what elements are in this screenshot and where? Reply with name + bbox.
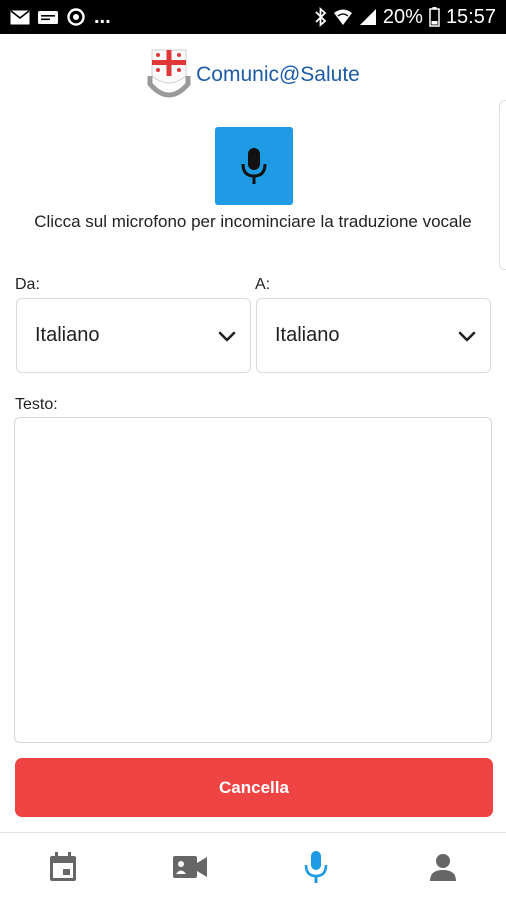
liguria-shield-logo (146, 46, 192, 102)
battery-percent: 20% (382, 5, 423, 28)
microphone-button[interactable] (215, 127, 293, 205)
to-label: A: (255, 276, 271, 293)
status-left: ... (10, 6, 111, 29)
signal-icon (359, 8, 377, 26)
wifi-icon (333, 8, 353, 26)
mail-icon (10, 9, 30, 25)
sync-icon (66, 7, 86, 27)
from-label: Da: (15, 276, 40, 293)
app-header: Comunic@Salute (0, 44, 506, 104)
to-language-select[interactable]: Italiano (256, 298, 491, 373)
card-icon (38, 10, 58, 24)
cancel-button[interactable]: Cancella (15, 758, 493, 817)
nav-item-calendar[interactable] (0, 833, 127, 900)
nav-item-profile[interactable] (380, 833, 506, 900)
to-language-value: Italiano (275, 324, 340, 346)
side-drawer-handle[interactable] (499, 100, 506, 270)
status-right: 20% 15:57 (314, 6, 496, 29)
microphone-icon (304, 850, 328, 883)
status-ellipsis: ... (94, 5, 111, 28)
nav-item-microphone[interactable] (253, 833, 380, 900)
clock: 15:57 (445, 5, 496, 28)
bluetooth-icon (314, 7, 327, 27)
chevron-down-icon (218, 331, 236, 341)
app-title: Comunic@Salute (196, 63, 360, 86)
bottom-nav (0, 832, 506, 900)
status-bar: ... 20% 15:57 (0, 0, 506, 34)
person-icon (429, 853, 456, 881)
text-area[interactable] (14, 417, 492, 743)
video-camera-icon (172, 855, 207, 878)
battery-icon (429, 7, 440, 27)
mic-instruction: Clicca sul microfono per incominciare la… (34, 212, 472, 231)
calendar-icon (50, 851, 77, 881)
microphone-icon (241, 148, 267, 184)
text-label: Testo: (15, 396, 58, 413)
chevron-down-icon (458, 331, 476, 341)
from-language-select[interactable]: Italiano (16, 298, 251, 373)
from-language-value: Italiano (35, 324, 100, 346)
nav-item-video[interactable] (127, 833, 254, 900)
